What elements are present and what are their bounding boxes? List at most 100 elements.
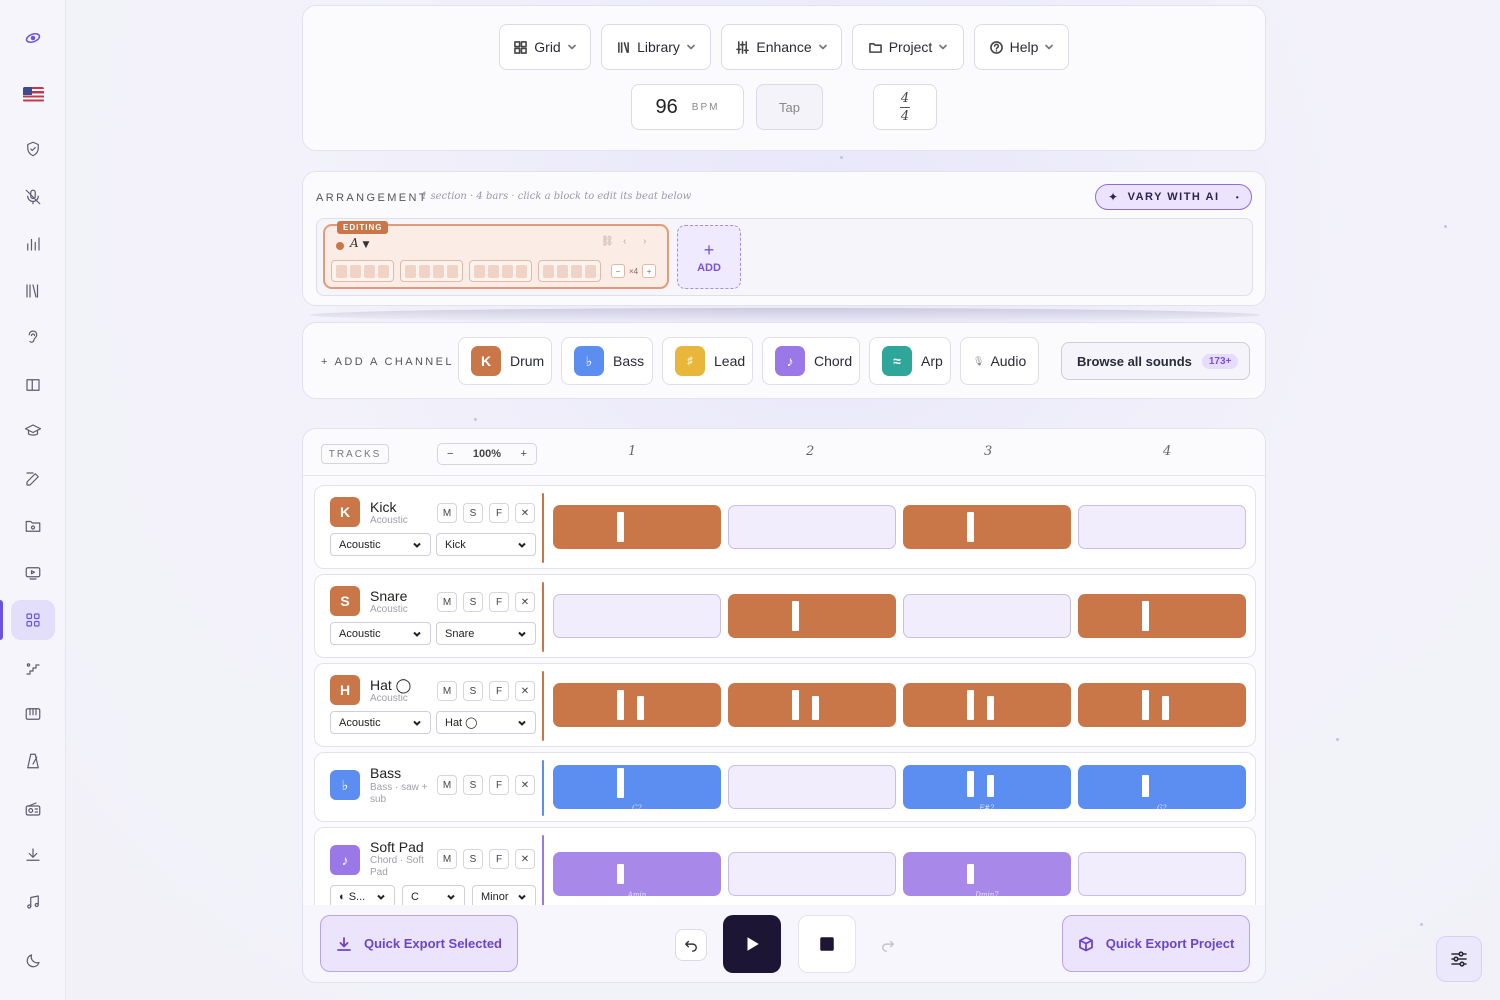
radio-icon[interactable] (11, 789, 55, 829)
bass-bar-3[interactable]: F#2 (903, 765, 1071, 812)
note[interactable] (617, 864, 624, 884)
redo-button[interactable] (872, 929, 904, 961)
moon-icon[interactable] (11, 941, 55, 981)
stop-button[interactable] (798, 915, 856, 973)
mute-button[interactable]: M (437, 592, 457, 612)
mute-button[interactable]: M (437, 849, 457, 869)
quick-export-selected-button[interactable]: Quick Export Selected (320, 915, 518, 972)
note[interactable] (987, 696, 994, 720)
shield-icon[interactable] (11, 129, 55, 169)
move-left-icon[interactable]: ‹ (623, 236, 626, 247)
zoom-in-button[interactable]: + (521, 448, 527, 460)
bass-bar-1[interactable]: C2 (553, 765, 721, 812)
repeat-plus-button[interactable]: + (642, 264, 657, 278)
music-note-icon[interactable] (11, 882, 55, 922)
hat-bar-4[interactable] (1078, 683, 1246, 727)
library-menu-button[interactable]: Library (601, 24, 711, 70)
project-menu-button[interactable]: Project (852, 24, 964, 70)
bass-bar-2[interactable] (728, 765, 896, 809)
zoom-out-button[interactable]: − (447, 448, 453, 460)
fx-button[interactable]: F (489, 592, 509, 612)
hat-bar-3[interactable] (903, 683, 1071, 727)
fx-button[interactable]: F (489, 681, 509, 701)
mute-button[interactable]: M (437, 503, 457, 523)
stairs-icon[interactable] (11, 648, 55, 688)
chart-icon[interactable] (11, 224, 55, 264)
tap-tempo-button[interactable]: Tap (756, 84, 823, 130)
kick-bar-2[interactable] (728, 505, 896, 549)
edit-icon[interactable] (11, 459, 55, 499)
remove-track-button[interactable]: ✕ (515, 849, 535, 869)
section-block-a[interactable]: EDITING A ▼ ⛓ ‹ › − ×4 + (323, 221, 669, 289)
remove-track-button[interactable]: ✕ (515, 503, 535, 523)
pad-bar-1[interactable]: Amin (553, 852, 721, 899)
move-right-icon[interactable]: › (643, 236, 646, 247)
note[interactable] (617, 768, 624, 798)
note[interactable] (617, 690, 624, 720)
add-chord-button[interactable]: ♪ Chord (762, 337, 860, 385)
note[interactable] (967, 512, 974, 542)
section-name-select[interactable]: A ▼ (350, 236, 369, 250)
pad-bar-2[interactable] (728, 852, 896, 896)
solo-button[interactable]: S (463, 592, 483, 612)
download-icon[interactable] (11, 835, 55, 875)
language-flag-icon[interactable] (11, 74, 55, 114)
sound-select[interactable]: Snare (436, 622, 536, 645)
kick-bar-1[interactable] (553, 505, 721, 549)
solo-button[interactable]: S (463, 775, 483, 795)
metronome-icon[interactable] (11, 741, 55, 781)
vary-dropdown-icon[interactable]: • (1231, 190, 1245, 204)
add-arp-button[interactable]: ≈ Arp (869, 337, 951, 385)
note[interactable] (792, 601, 799, 631)
note[interactable] (812, 696, 819, 720)
fx-button[interactable]: F (489, 849, 509, 869)
folder-music-icon[interactable] (11, 506, 55, 546)
hat-bar-1[interactable] (553, 683, 721, 727)
browse-all-sounds-button[interactable]: Browse all sounds 173+ (1061, 342, 1250, 380)
add-bass-button[interactable]: ♭ Bass (561, 337, 653, 385)
kick-bar-3[interactable] (903, 505, 1071, 549)
time-signature-button[interactable]: 4 4 (873, 84, 937, 130)
note[interactable] (987, 775, 994, 797)
note[interactable] (792, 690, 799, 720)
quick-export-project-button[interactable]: Quick Export Project (1062, 915, 1250, 972)
fx-button[interactable]: F (489, 775, 509, 795)
kick-bar-4[interactable] (1078, 505, 1246, 549)
note[interactable] (1142, 601, 1149, 631)
remove-track-button[interactable]: ✕ (515, 681, 535, 701)
snare-bar-4[interactable] (1078, 594, 1246, 638)
kit-select[interactable]: Acoustic (330, 711, 431, 734)
kit-select[interactable]: Acoustic (330, 622, 431, 645)
graduation-cap-icon[interactable] (11, 411, 55, 451)
solo-button[interactable]: S (463, 681, 483, 701)
remove-track-button[interactable]: ✕ (515, 592, 535, 612)
fx-button[interactable]: F (489, 503, 509, 523)
add-lead-button[interactable]: ♯ Lead (662, 337, 753, 385)
note[interactable] (637, 696, 644, 720)
solo-button[interactable]: S (463, 503, 483, 523)
bpm-input[interactable]: 96 BPM (631, 84, 744, 130)
vary-with-ai-button[interactable]: ✦ VARY WITH AI • (1095, 184, 1252, 210)
repeat-minus-button[interactable]: − (611, 264, 625, 278)
video-icon[interactable] (11, 553, 55, 593)
pad-bar-3[interactable]: Dmin7 (903, 852, 1071, 899)
book-icon[interactable] (11, 365, 55, 405)
snare-bar-1[interactable] (553, 594, 721, 638)
snare-bar-3[interactable] (903, 594, 1071, 638)
ear-icon[interactable] (11, 317, 55, 357)
note[interactable] (967, 690, 974, 720)
link-icon[interactable]: ⛓ (601, 236, 614, 247)
library-icon[interactable] (11, 271, 55, 311)
mute-button[interactable]: M (437, 775, 457, 795)
note[interactable] (967, 771, 974, 797)
add-drum-button[interactable]: K Drum (458, 337, 552, 385)
pad-bar-4[interactable] (1078, 852, 1246, 896)
note[interactable] (617, 512, 624, 542)
remove-track-button[interactable]: ✕ (515, 775, 535, 795)
piano-icon[interactable] (11, 694, 55, 734)
mute-button[interactable]: M (437, 681, 457, 701)
mixer-settings-button[interactable] (1436, 936, 1482, 982)
note[interactable] (1162, 696, 1169, 720)
app-logo-icon[interactable] (11, 18, 55, 58)
bass-bar-4[interactable]: G2 (1078, 765, 1246, 812)
